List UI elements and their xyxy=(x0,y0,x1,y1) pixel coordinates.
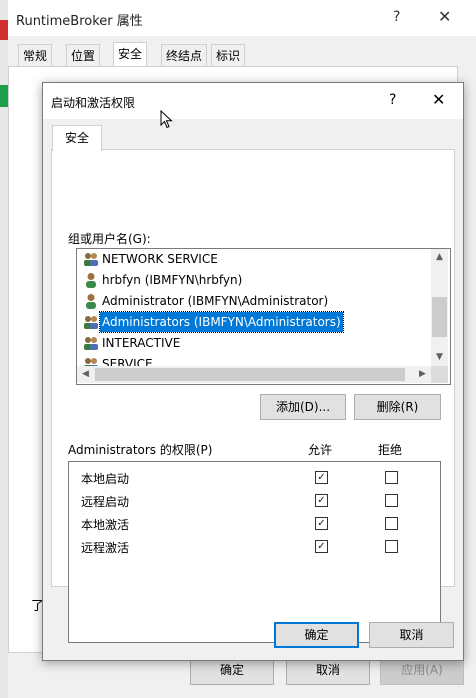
user-icon xyxy=(86,273,96,288)
scroll-down-icon[interactable]: ▼ xyxy=(431,352,448,362)
horizontal-scrollbar[interactable]: ◀ ▶ xyxy=(77,366,431,383)
underlying-window-edge xyxy=(0,0,8,698)
list-item[interactable]: INTERACTIVE xyxy=(79,333,429,353)
table-row: 远程启动 ✓ xyxy=(69,489,440,511)
deny-column-header: 拒绝 xyxy=(378,443,403,457)
group-or-user-label: 组或用户名(G): xyxy=(68,232,151,246)
bg-tab-general[interactable]: 常规 xyxy=(18,44,53,67)
scroll-right-icon[interactable]: ▶ xyxy=(414,369,431,379)
bg-close-button[interactable]: ✕ xyxy=(438,7,451,26)
cancel-button[interactable]: 取消 xyxy=(369,622,454,648)
table-row: 远程激活 ✓ xyxy=(69,535,440,557)
remove-button[interactable]: 删除(R) xyxy=(354,394,441,420)
table-row: 本地激活 ✓ xyxy=(69,512,440,534)
bg-tab-endpoints[interactable]: 终结点 xyxy=(161,44,208,67)
list-item[interactable]: hrbfyn (IBMFYN\hrbfyn) xyxy=(79,270,429,290)
dialog-help-button[interactable]: ? xyxy=(389,92,396,108)
list-item[interactable]: NETWORK SERVICE xyxy=(79,249,429,269)
permissions-label: Administrators 的权限(P) xyxy=(68,443,213,457)
mouse-cursor-icon xyxy=(160,110,173,129)
user-name: NETWORK SERVICE xyxy=(102,252,218,266)
user-name: hrbfyn (IBMFYN\hrbfyn) xyxy=(102,273,243,287)
dialog-title: 启动和激活权限 xyxy=(51,96,136,110)
permissions-table: 本地启动 ✓ 远程启动 ✓ 本地激活 ✓ 远程激活 ✓ xyxy=(68,461,441,643)
bg-ok-button[interactable]: 确定 xyxy=(190,657,274,685)
allow-checkbox[interactable]: ✓ xyxy=(315,540,328,553)
scroll-left-icon[interactable]: ◀ xyxy=(77,369,94,379)
user-list[interactable]: NETWORK SERVICE hrbfyn (IBMFYN\hrbfyn) A… xyxy=(76,248,451,385)
bg-cancel-button[interactable]: 取消 xyxy=(286,657,370,685)
bg-tab-security[interactable]: 安全 xyxy=(113,42,148,69)
bg-tab-location[interactable]: 位置 xyxy=(66,44,101,67)
user-name: Administrators (IBMFYN\Administrators) xyxy=(99,311,344,333)
vertical-scroll-thumb[interactable] xyxy=(432,297,447,337)
red-strip-icon xyxy=(0,20,8,40)
scrollbar-corner xyxy=(431,366,448,383)
dialog-titlebar: 启动和激活权限 ? ✕ xyxy=(43,83,463,119)
horizontal-scroll-thumb[interactable] xyxy=(95,368,405,381)
group-icon xyxy=(84,316,98,329)
allow-column-header: 允许 xyxy=(308,443,333,457)
user-name: INTERACTIVE xyxy=(102,336,181,350)
vertical-scrollbar[interactable]: ▲ ▼ xyxy=(431,249,448,366)
deny-checkbox[interactable] xyxy=(385,494,398,507)
group-icon xyxy=(84,337,98,350)
permission-name: 本地启动 xyxy=(81,472,130,486)
allow-checkbox[interactable]: ✓ xyxy=(315,517,328,530)
user-icon xyxy=(86,294,96,309)
dialog-close-button[interactable]: ✕ xyxy=(432,90,445,109)
allow-checkbox[interactable]: ✓ xyxy=(315,494,328,507)
bg-titlebar: RuntimeBroker 属性 ? ✕ xyxy=(0,0,476,36)
deny-checkbox[interactable] xyxy=(385,540,398,553)
bg-window-title: RuntimeBroker 属性 xyxy=(16,14,143,29)
group-icon xyxy=(84,253,98,266)
security-tab-panel: 组或用户名(G): NETWORK SERVICE hrbfyn (IBMFYN… xyxy=(51,149,455,643)
tab-security[interactable]: 安全 xyxy=(52,125,102,151)
deny-checkbox[interactable] xyxy=(385,517,398,530)
bg-help-button[interactable]: ? xyxy=(393,9,400,25)
table-row: 本地启动 ✓ xyxy=(69,466,440,488)
ok-button[interactable]: 确定 xyxy=(274,622,359,648)
permission-name: 远程激活 xyxy=(81,541,130,555)
list-item-selected[interactable]: Administrators (IBMFYN\Administrators) xyxy=(79,311,429,333)
user-name: Administrator (IBMFYN\Administrator) xyxy=(102,294,329,308)
add-button[interactable]: 添加(D)... xyxy=(260,394,346,420)
green-strip-icon xyxy=(0,85,8,107)
permission-name: 远程启动 xyxy=(81,495,130,509)
permission-name: 本地激活 xyxy=(81,518,130,532)
bg-apply-button[interactable]: 应用(A) xyxy=(380,657,464,685)
launch-activation-permissions-dialog: 启动和激活权限 ? ✕ 安全 组或用户名(G): NETWORK SERVICE… xyxy=(42,82,464,661)
bg-tab-identity[interactable]: 标识 xyxy=(211,44,246,67)
scroll-up-icon[interactable]: ▲ xyxy=(431,252,448,262)
allow-checkbox[interactable]: ✓ xyxy=(315,471,328,484)
deny-checkbox[interactable] xyxy=(385,471,398,484)
list-item[interactable]: Administrator (IBMFYN\Administrator) xyxy=(79,291,429,311)
